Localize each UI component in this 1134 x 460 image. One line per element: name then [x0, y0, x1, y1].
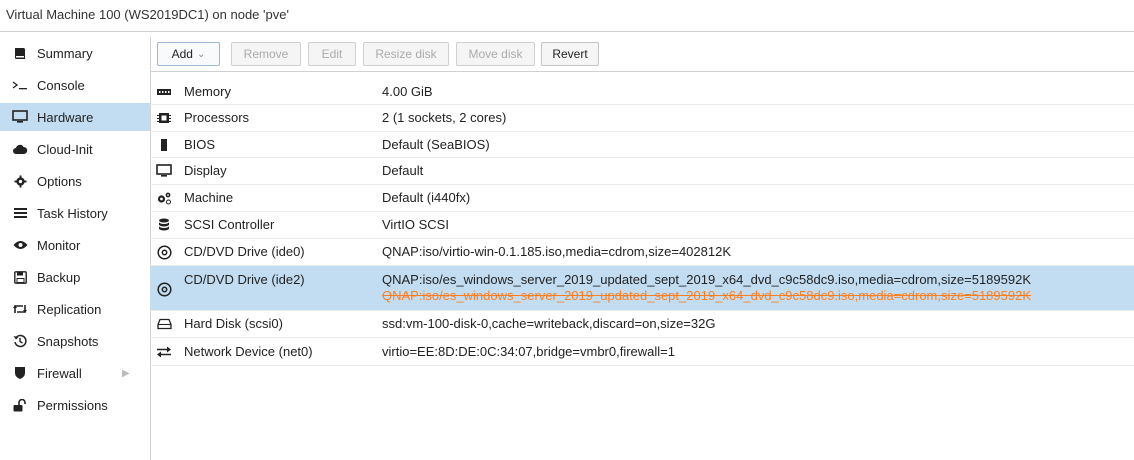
hardware-name: CD/DVD Drive (ide2) [184, 272, 305, 287]
table-row[interactable]: Network Device (net0) virtio=EE:8D:DE:0C… [150, 338, 1134, 366]
hardware-value: 4.00 GiB [382, 84, 433, 99]
cloud-icon [10, 143, 30, 155]
sidebar-item-console[interactable]: Console [0, 71, 150, 99]
sidebar-item-summary[interactable]: Summary [0, 39, 150, 67]
add-button[interactable]: Add ⌄ [157, 42, 220, 66]
table-row[interactable]: Processors 2 (1 sockets, 2 cores) [150, 105, 1134, 132]
chevron-down-icon: ⌄ [196, 48, 206, 60]
hardware-name: Hard Disk (scsi0) [184, 316, 283, 331]
resize-disk-button[interactable]: Resize disk [363, 42, 449, 66]
hardware-name: Memory [184, 84, 231, 99]
sidebar-item-permissions[interactable]: Permissions [0, 391, 150, 419]
book-icon [10, 46, 30, 60]
gear-icon [10, 174, 30, 188]
unlock-icon [10, 398, 30, 412]
history-icon [10, 334, 30, 348]
floppy-icon [10, 270, 30, 284]
sidebar-item-label: Monitor [37, 237, 81, 253]
window-title: Virtual Machine 100 (WS2019DC1) on node … [6, 7, 289, 22]
hardware-name: Processors [184, 110, 250, 125]
remove-button[interactable]: Remove [231, 42, 301, 66]
sidebar-item-label: Task History [37, 205, 108, 221]
sidebar-item-replication[interactable]: Replication [0, 295, 150, 323]
table-row[interactable]: Display Default [150, 158, 1134, 185]
hardware-value: QNAP:iso/es_windows_server_2019_updated_… [382, 272, 1031, 287]
terminal-icon [10, 79, 30, 91]
hardware-value: VirtIO SCSI [382, 217, 449, 232]
sidebar-item-label: Console [37, 77, 85, 93]
table-row-selected[interactable]: CD/DVD Drive (ide2) QNAP:iso/es_windows_… [150, 266, 1134, 311]
hardware-value: 2 (1 sockets, 2 cores) [382, 110, 507, 125]
hardware-name: Machine [184, 190, 234, 205]
table-row[interactable]: SCSI Controller VirtIO SCSI [150, 212, 1134, 239]
database-icon [156, 217, 172, 233]
table-row[interactable]: Hard Disk (scsi0) ssd:vm-100-disk-0,cach… [150, 311, 1134, 338]
sidebar-item-hardware[interactable]: Hardware [0, 103, 150, 131]
add-button-label: Add [171, 47, 193, 61]
revert-button[interactable]: Revert [541, 42, 599, 66]
cdrom-icon [156, 244, 172, 260]
hardware-name: Display [184, 163, 227, 178]
hardware-value: virtio=EE:8D:DE:0C:34:07,bridge=vmbr0,fi… [382, 344, 676, 359]
toolbar: Add ⌄ Remove Edit Resize disk Move disk … [150, 37, 1134, 72]
sidebar-item-snapshots[interactable]: Snapshots [0, 327, 150, 355]
sidebar-item-cloud-init[interactable]: Cloud-Init [0, 135, 150, 163]
chevron-right-icon: ▶ [122, 367, 130, 379]
hardware-name: SCSI Controller [184, 217, 275, 232]
sidebar-item-firewall[interactable]: Firewall ▶ [0, 359, 150, 387]
table-row[interactable]: BIOS Default (SeaBIOS) [150, 132, 1134, 158]
sidebar-item-monitor[interactable]: Monitor [0, 231, 150, 259]
sidebar-item-backup[interactable]: Backup [0, 263, 150, 291]
hardware-name: CD/DVD Drive (ide0) [184, 244, 305, 259]
retweet-icon [10, 303, 30, 315]
sidebar-item-task-history[interactable]: Task History [0, 199, 150, 227]
hardware-value: Default [382, 163, 424, 178]
sidebar-item-label: Replication [37, 301, 102, 317]
exchange-icon [156, 344, 172, 360]
hardware-value: ssd:vm-100-disk-0,cache=writeback,discar… [382, 316, 716, 331]
hardware-name: Network Device (net0) [184, 344, 313, 359]
sidebar-item-label: Firewall [37, 365, 82, 381]
sidebar-item-label: Snapshots [37, 333, 99, 349]
sidebar: Summary Console Hardware Cloud-Init Opti… [0, 37, 151, 460]
cogs-icon [156, 190, 172, 206]
table-row[interactable]: Memory 4.00 GiB [150, 79, 1134, 105]
sidebar-item-label: Hardware [37, 109, 94, 125]
sidebar-item-label: Permissions [37, 397, 108, 413]
desktop-icon [10, 110, 30, 124]
sidebar-item-options[interactable]: Options [0, 167, 150, 195]
cpu-icon [156, 110, 172, 126]
move-disk-button[interactable]: Move disk [456, 42, 535, 66]
sidebar-item-label: Options [37, 173, 82, 189]
hardware-value: Default (SeaBIOS) [382, 137, 490, 152]
sidebar-item-label: Backup [37, 269, 81, 285]
hardware-value: Default (i440fx) [382, 190, 471, 205]
title-divider [0, 31, 1134, 32]
memory-icon [156, 84, 172, 100]
eye-icon [10, 240, 30, 250]
hdd-icon [156, 316, 172, 332]
table-row[interactable]: Machine Default (i440fx) [150, 185, 1134, 212]
microchip-icon [156, 137, 172, 153]
table-row[interactable]: CD/DVD Drive (ide0) QNAP:iso/virtio-win-… [150, 239, 1134, 266]
list-icon [10, 207, 30, 219]
hardware-value: QNAP:iso/virtio-win-0.1.185.iso,media=cd… [382, 244, 732, 259]
cdrom-icon [156, 281, 172, 297]
hardware-name: BIOS [184, 137, 216, 152]
edit-button[interactable]: Edit [308, 42, 356, 66]
desktop-icon [156, 163, 172, 179]
sidebar-item-label: Cloud-Init [37, 141, 93, 157]
shield-icon [10, 366, 30, 380]
sidebar-item-label: Summary [37, 45, 93, 61]
pending-value: QNAP:iso/es_windows_server_2019_updated_… [382, 288, 1031, 303]
